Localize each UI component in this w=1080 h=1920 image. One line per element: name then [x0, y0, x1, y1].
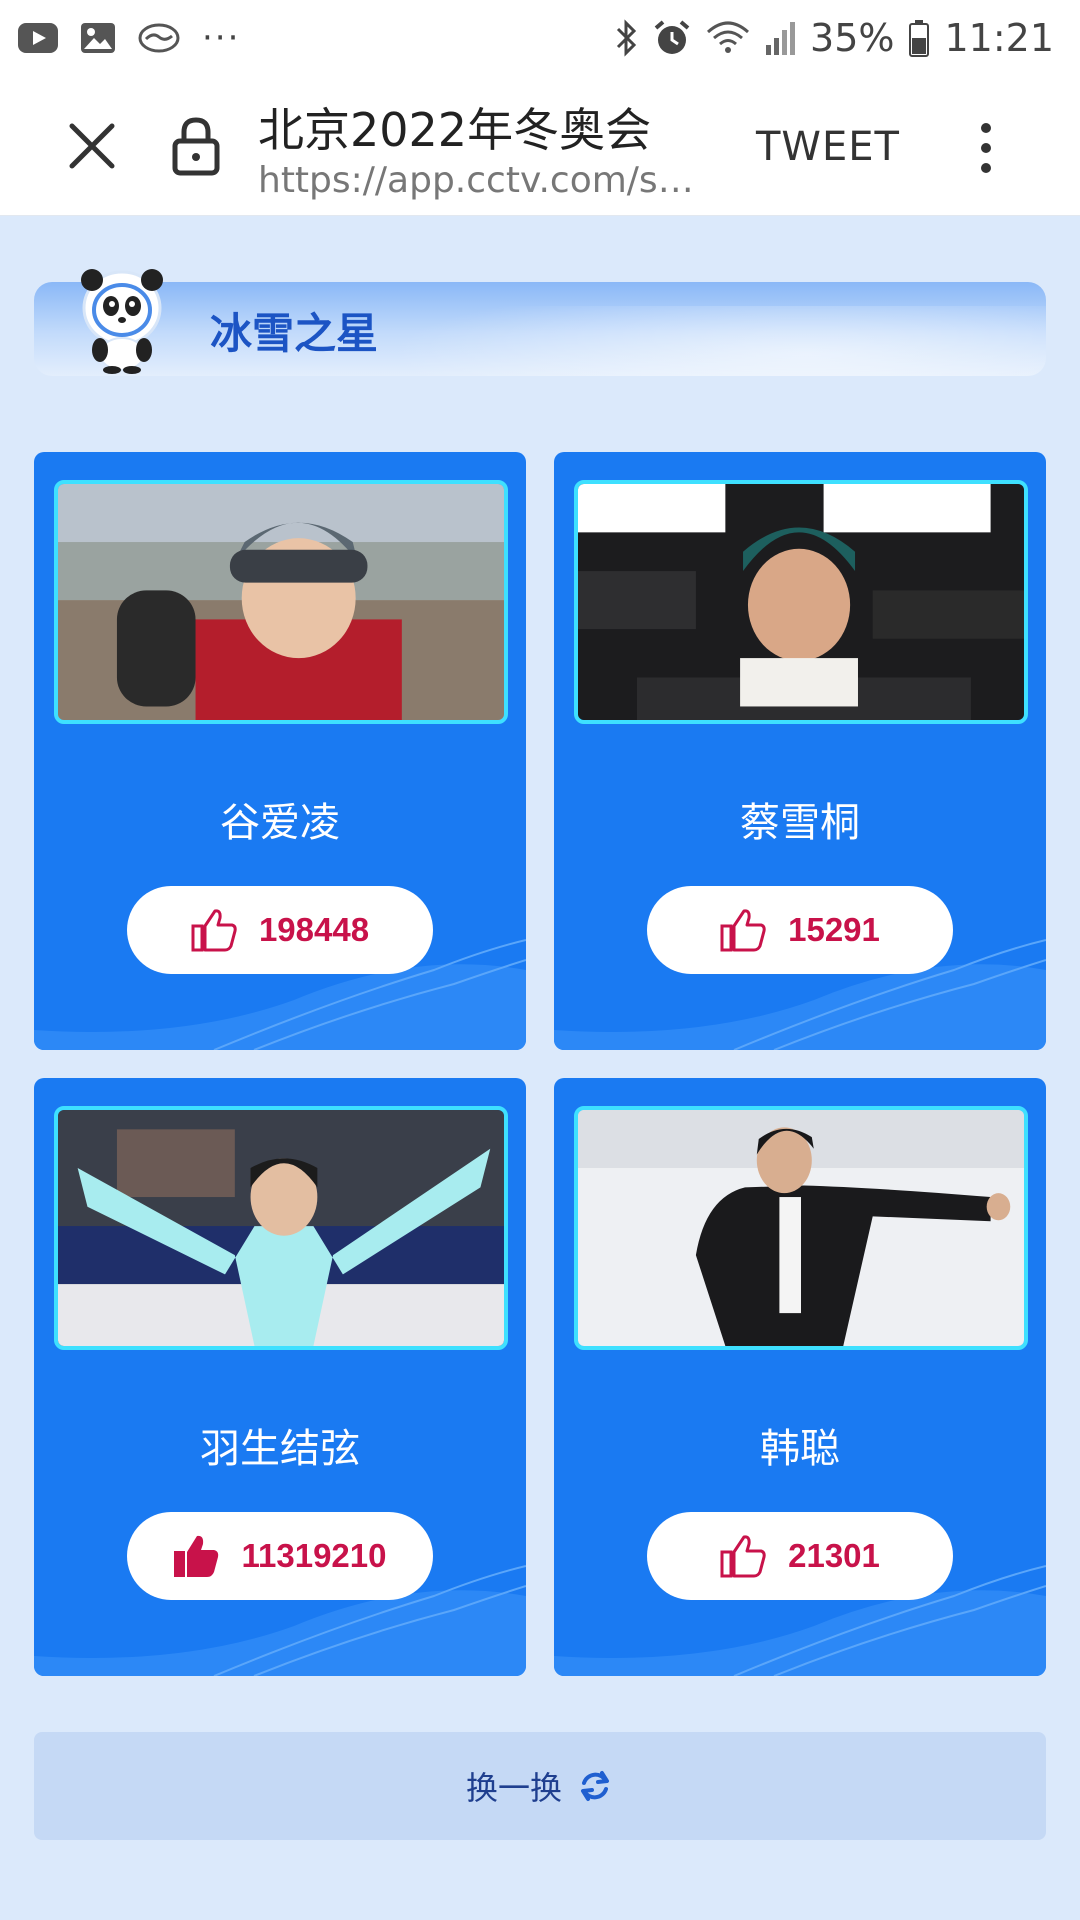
like-button[interactable]: 198448 [127, 886, 433, 974]
clock: 11:21 [944, 16, 1054, 60]
youtube-icon [18, 23, 58, 53]
thumb-up-outline-icon [720, 1535, 766, 1578]
athlete-card[interactable]: 谷爱凌 198448 [34, 452, 526, 1050]
athlete-name: 羽生结弦 [200, 1426, 360, 1472]
tweet-button[interactable]: TWEET [756, 124, 900, 170]
athlete-name: 韩聪 [760, 1426, 840, 1472]
page-url[interactable]: https://app.cctv.com/sp… [258, 160, 706, 201]
athlete-name: 蔡雪桐 [740, 800, 860, 846]
athlete-photo[interactable] [574, 480, 1028, 724]
bluetooth-icon [616, 19, 637, 57]
close-icon[interactable] [64, 118, 120, 174]
like-button[interactable]: 15291 [647, 886, 953, 974]
like-button[interactable]: 11319210 [127, 1512, 433, 1600]
like-count: 21301 [788, 1537, 880, 1574]
handshake-icon [138, 23, 180, 53]
wifi-icon [707, 21, 750, 53]
thumb-up-filled-icon [174, 1535, 219, 1577]
status-left: ··· [18, 18, 262, 58]
panda-mascot-icon [81, 269, 163, 374]
more-vert-icon[interactable] [966, 118, 1006, 178]
page-title: 北京2022年冬奥会 [258, 103, 652, 157]
gallery-icon [81, 23, 115, 53]
alarm-icon [654, 20, 690, 54]
more-notifications: ··· [202, 18, 241, 58]
signal-icon [766, 22, 796, 55]
thumb-up-outline-icon [191, 909, 237, 952]
refresh-icon [581, 1771, 609, 1801]
section-header [34, 282, 1046, 376]
status-bar: ··· 35% 11:21 [0, 0, 1080, 76]
refresh-label: 换一换 [465, 1769, 562, 1807]
status-right: 35% 11:21 [600, 16, 1054, 60]
athlete-photo[interactable] [54, 1106, 508, 1350]
athlete-card[interactable]: 蔡雪桐 15291 [554, 452, 1046, 1050]
lock-icon[interactable] [170, 116, 222, 176]
athlete-card[interactable]: 韩聪 21301 [554, 1078, 1046, 1676]
like-button[interactable]: 21301 [647, 1512, 953, 1600]
like-count: 198448 [258, 911, 370, 948]
refresh-button[interactable]: 换一换 [34, 1732, 1046, 1840]
section-title: 冰雪之星 [210, 309, 379, 358]
battery-percent: 35% [810, 16, 895, 60]
battery-icon [909, 20, 930, 57]
thumb-up-outline-icon [720, 909, 766, 952]
browser-toolbar: 北京2022年冬奥会 https://app.cctv.com/sp… TWEE… [0, 76, 1080, 216]
athlete-photo[interactable] [54, 480, 508, 724]
athlete-card[interactable]: 羽生结弦 11319210 [34, 1078, 526, 1676]
like-count: 11319210 [241, 1537, 387, 1574]
athlete-photo[interactable] [574, 1106, 1028, 1350]
athlete-name: 谷爱凌 [220, 800, 340, 846]
like-count: 15291 [788, 911, 880, 948]
